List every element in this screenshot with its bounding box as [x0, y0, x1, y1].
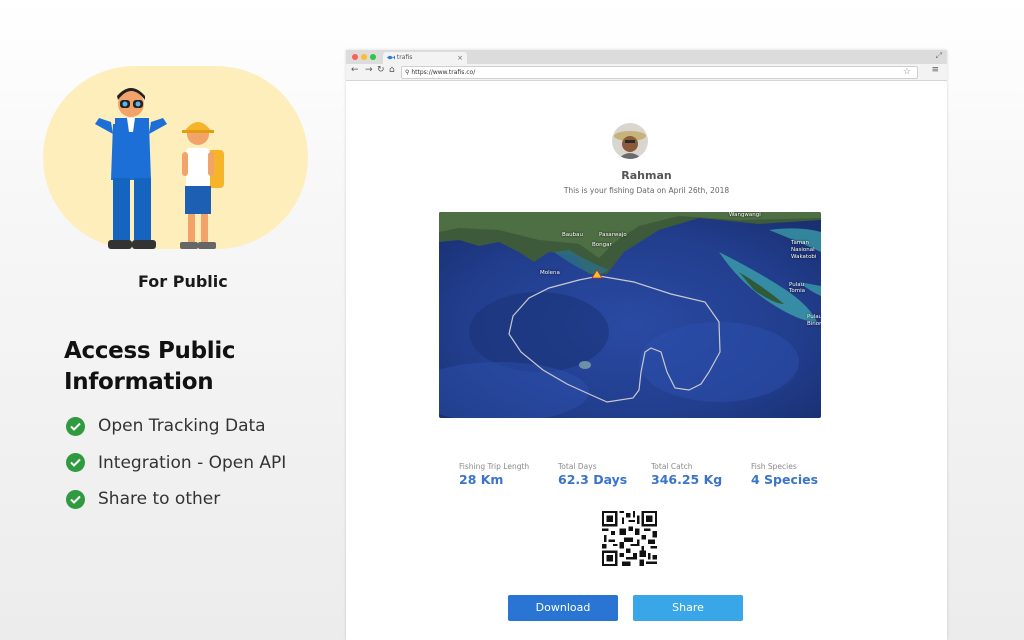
map-label: Baubau [562, 232, 583, 238]
map-label: Pasarwajo [599, 232, 627, 238]
forward-icon[interactable]: → [365, 65, 373, 75]
reload-icon[interactable]: ↻ [377, 65, 385, 75]
browser-window: trafis × ⤢ ← → ↻ ⌂ ⚲ https://www.trafis.… [346, 50, 947, 640]
feature-list: Open Tracking Data Integration - Open AP… [66, 408, 286, 518]
stat-label: Fish Species [751, 462, 797, 471]
back-icon[interactable]: ← [351, 65, 359, 75]
close-window-icon[interactable] [352, 54, 358, 60]
address-bar[interactable]: ⚲ https://www.trafis.co/ ☆ [401, 66, 918, 79]
menu-icon[interactable]: ≡ [931, 65, 939, 75]
browser-tab[interactable]: trafis × [383, 52, 467, 64]
bookmark-star-icon[interactable]: ☆ [903, 67, 911, 78]
search-icon: ⚲ [405, 69, 410, 76]
map-label: Pulau Binongko [807, 314, 821, 327]
url-text: https://www.trafis.co/ [411, 69, 476, 76]
minimize-window-icon[interactable] [361, 54, 367, 60]
map-label: Bongar [592, 242, 612, 248]
fish-favicon-icon [387, 55, 395, 60]
home-icon[interactable]: ⌂ [389, 65, 395, 75]
stat-total-catch: Total Catch 346.25 Kg [651, 462, 722, 487]
qr-code [602, 511, 657, 566]
check-circle-icon [66, 453, 85, 473]
map-label: Pulau Tomia [789, 282, 806, 294]
profile-subtitle: This is your fishing Data on April 26th,… [563, 186, 730, 195]
check-circle-icon [66, 416, 85, 436]
feature-label: Integration - Open API [98, 452, 287, 473]
check-circle-icon [66, 489, 85, 509]
tab-close-icon[interactable]: × [457, 52, 463, 64]
tab-title: trafis [396, 54, 413, 61]
stat-label: Fishing Trip Length [459, 462, 530, 471]
stat-value: 28 Km [459, 472, 504, 487]
feature-item: Share to other [66, 481, 286, 518]
stat-total-days: Total Days 62.3 Days [558, 462, 627, 487]
section-heading: Access Public Information [64, 336, 236, 398]
person-with-binoculars-illustration [95, 88, 167, 249]
child-with-helmet-illustration [180, 122, 224, 249]
map-label: Taman Nasional Wakatobi [791, 240, 817, 260]
stat-label: Total Days [558, 462, 597, 471]
stat-value: 346.25 Kg [651, 472, 723, 487]
feature-label: Share to other [98, 489, 221, 510]
fishing-track-map[interactable]: Wangwangi Baubau Pasarwajo Bongar Molena… [439, 212, 821, 418]
map-label: Molena [540, 270, 560, 276]
feature-item: Integration - Open API [66, 445, 286, 482]
browser-tab-bar: trafis × ⤢ [346, 50, 947, 64]
heading-line-2: Information [64, 369, 214, 395]
download-button[interactable]: Download [508, 595, 618, 621]
feature-label: Open Tracking Data [98, 416, 266, 437]
stat-value: 4 Species [751, 472, 819, 487]
avatar [612, 123, 648, 159]
stat-label: Total Catch [651, 462, 693, 471]
heading-line-1: Access Public [64, 338, 236, 364]
share-button[interactable]: Share [633, 595, 743, 621]
map-label: Wangwangi [729, 212, 761, 218]
feature-item: Open Tracking Data [66, 408, 286, 445]
stat-fish-species: Fish Species 4 Species [751, 462, 818, 487]
fullscreen-icon[interactable]: ⤢ [936, 51, 942, 61]
stat-trip-length: Fishing Trip Length 28 Km [459, 462, 529, 487]
profile-name: Rahman [621, 169, 672, 182]
maximize-window-icon[interactable] [370, 54, 376, 60]
browser-toolbar: ← → ↻ ⌂ ⚲ https://www.trafis.co/ ☆ ≡ [346, 64, 947, 81]
stat-value: 62.3 Days [558, 472, 628, 487]
for-public-caption: For Public [138, 272, 228, 291]
